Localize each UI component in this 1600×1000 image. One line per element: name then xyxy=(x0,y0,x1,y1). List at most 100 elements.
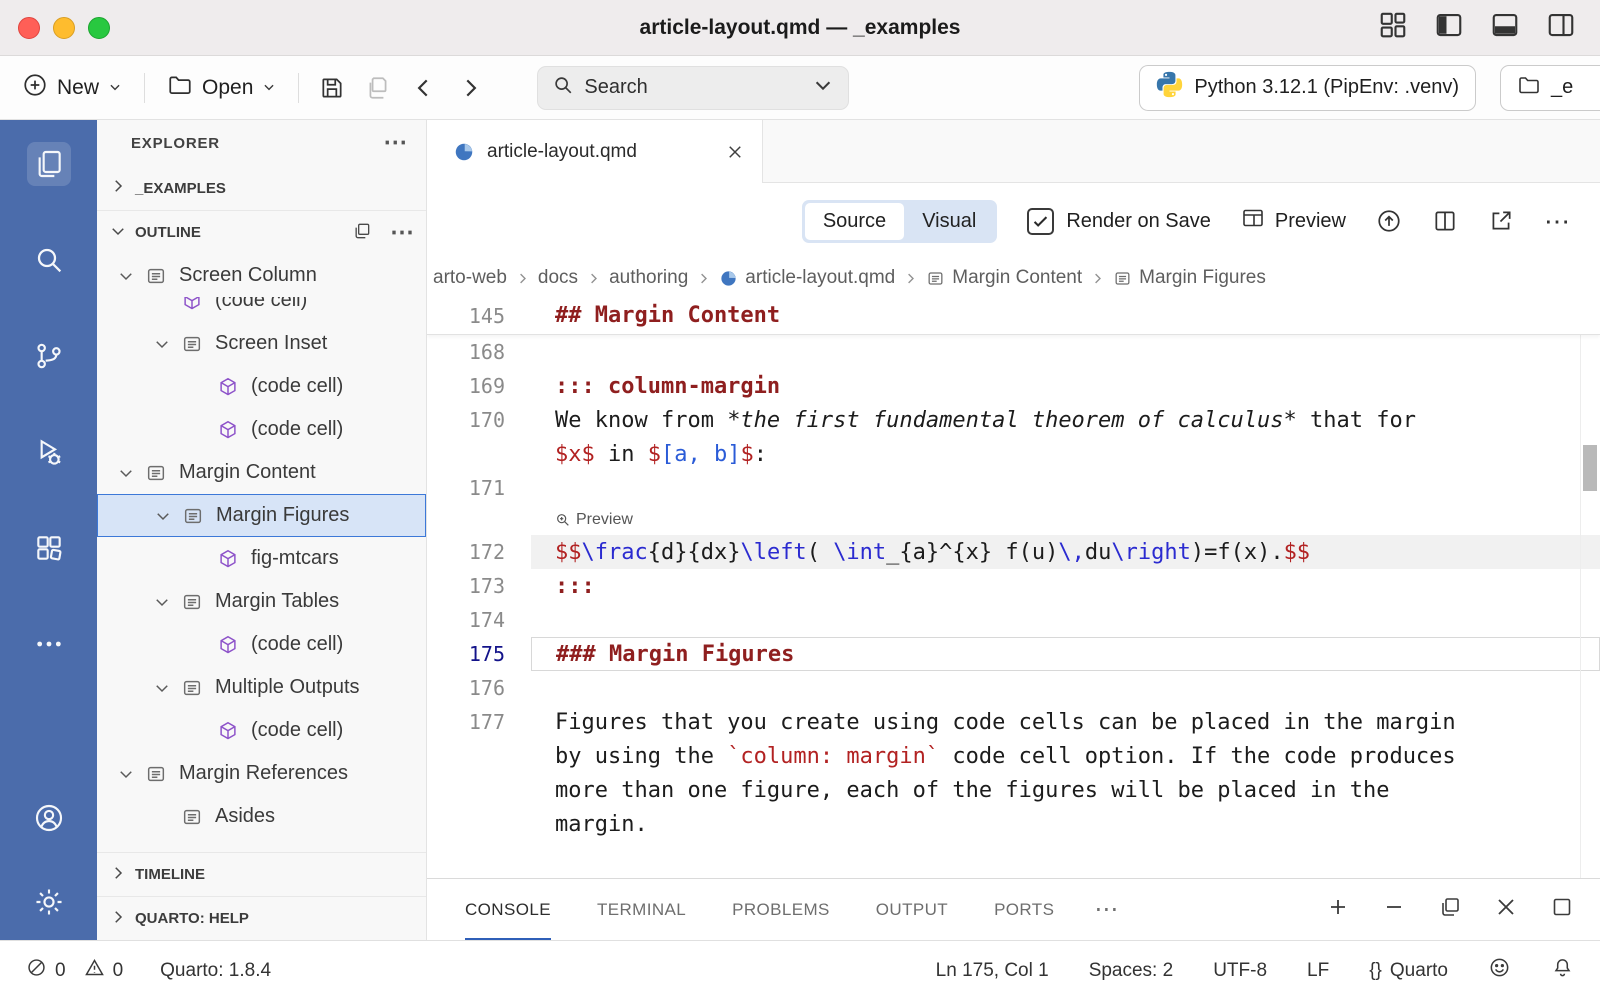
code-line[interactable]: margin. xyxy=(427,807,1600,841)
outline-item[interactable]: Screen Inset xyxy=(97,322,426,365)
run-debug-icon[interactable] xyxy=(27,430,71,474)
scrollbar-track[interactable] xyxy=(1580,297,1600,878)
toggle-bottom-panel-icon[interactable] xyxy=(1490,10,1520,45)
code-line[interactable]: 174 xyxy=(427,603,1600,637)
customize-layout-icon[interactable] xyxy=(1378,10,1408,45)
code-line[interactable]: 172 $$\frac{d}{dx}\left( \int_{a}^{x} f(… xyxy=(427,535,1600,569)
notifications-bell-icon[interactable] xyxy=(1551,956,1574,985)
language-mode-status[interactable]: {} Quarto xyxy=(1369,960,1448,982)
code-line[interactable]: 177 Figures that you create using code c… xyxy=(427,705,1600,739)
source-mode-button[interactable]: Source xyxy=(805,203,904,240)
quarto-version-status[interactable]: Quarto: 1.8.4 xyxy=(160,960,271,982)
indentation-status[interactable]: Spaces: 2 xyxy=(1089,960,1174,982)
settings-gear-icon[interactable] xyxy=(27,880,71,924)
breadcrumb-item[interactable]: authoring xyxy=(609,267,688,289)
problems-status[interactable]: 0 0 xyxy=(26,957,123,984)
outline-item[interactable]: Margin Figures xyxy=(97,494,426,537)
breadcrumb-item[interactable]: arto-web xyxy=(433,267,507,289)
chevron-down-icon xyxy=(148,507,178,525)
panel-tab-terminal[interactable]: TERMINAL xyxy=(597,879,686,940)
open-external-icon[interactable] xyxy=(1488,208,1514,234)
tab-article-layout[interactable]: article-layout.qmd xyxy=(427,120,763,183)
more-actions-icon[interactable] xyxy=(27,622,71,666)
maximize-panel-icon[interactable] xyxy=(1550,895,1574,924)
code-line[interactable]: more than one figure, each of the figure… xyxy=(427,773,1600,807)
toggle-left-panel-icon[interactable] xyxy=(1434,10,1464,45)
outline-item[interactable]: Margin Tables xyxy=(97,580,426,623)
activity-bar xyxy=(0,120,97,940)
chevron-down-icon xyxy=(147,679,177,697)
tab-label: article-layout.qmd xyxy=(487,141,637,163)
code-editor[interactable]: 145 ## Margin Content 168 169 ::: column… xyxy=(427,297,1600,878)
code-line[interactable]: by using the `column: margin` code cell … xyxy=(427,739,1600,773)
explorer-icon[interactable] xyxy=(27,142,71,186)
symbol-heading-icon xyxy=(141,462,171,484)
outline-item[interactable]: (code cell) xyxy=(97,408,426,451)
toggle-right-panel-icon[interactable] xyxy=(1546,10,1576,45)
account-icon[interactable] xyxy=(27,796,71,840)
panel-tab-output[interactable]: OUTPUT xyxy=(876,879,948,940)
search-icon[interactable] xyxy=(27,238,71,282)
breadcrumb-item[interactable]: Margin Figures xyxy=(1113,267,1266,289)
open-button[interactable]: Open xyxy=(159,66,284,110)
workspace-section-label: _EXAMPLES xyxy=(135,180,226,197)
restore-panel-icon[interactable] xyxy=(1438,895,1462,924)
search-input[interactable]: Search xyxy=(537,66,849,110)
publish-icon[interactable] xyxy=(1376,208,1402,234)
breadcrumb-item[interactable]: Margin Content xyxy=(926,267,1082,289)
code-line[interactable]: 171 xyxy=(427,471,1600,505)
outline-item[interactable]: (code cell) xyxy=(97,365,426,408)
panel-tab-ports[interactable]: PORTS xyxy=(994,879,1054,940)
preview-button[interactable]: Preview xyxy=(1241,206,1346,236)
outline-section-header[interactable]: OUTLINE ⋯ xyxy=(97,210,426,254)
math-preview-widget[interactable]: Preview xyxy=(427,505,1600,535)
code-cell-icon xyxy=(213,634,243,656)
outline-item[interactable]: Screen Column xyxy=(97,254,426,297)
split-editor-icon[interactable] xyxy=(1432,208,1458,234)
render-on-save-checkbox[interactable] xyxy=(1027,208,1054,235)
encoding-status[interactable]: UTF-8 xyxy=(1213,960,1267,982)
source-control-icon[interactable] xyxy=(27,334,71,378)
navigate-forward-button[interactable] xyxy=(451,69,489,107)
code-line[interactable]: 173 ::: xyxy=(427,569,1600,603)
outline-item[interactable]: fig-mtcars xyxy=(97,537,426,580)
quarto-help-section-header[interactable]: QUARTO: HELP xyxy=(97,896,426,940)
extensions-icon[interactable] xyxy=(27,526,71,570)
close-panel-icon[interactable] xyxy=(1494,895,1518,924)
breadcrumb-item[interactable]: docs xyxy=(538,267,578,289)
panel-tab-console[interactable]: CONSOLE xyxy=(465,879,551,940)
code-line[interactable]: $x$ in $[a, b]$: xyxy=(427,437,1600,471)
visual-mode-button[interactable]: Visual xyxy=(904,203,994,240)
timeline-section-header[interactable]: TIMELINE xyxy=(97,852,426,896)
outline-item[interactable]: Margin Content xyxy=(97,451,426,494)
workspace-folder-button[interactable]: _e xyxy=(1500,65,1600,111)
close-icon[interactable] xyxy=(726,143,744,161)
eol-status[interactable]: LF xyxy=(1307,960,1329,982)
outline-item[interactable]: Multiple Outputs xyxy=(97,666,426,709)
outline-item[interactable]: (code cell) xyxy=(97,623,426,666)
sticky-scroll-line[interactable]: 145 ## Margin Content xyxy=(427,297,1600,335)
code-line[interactable]: 169 ::: column-margin xyxy=(427,369,1600,403)
minimize-panel-icon[interactable] xyxy=(1382,895,1406,924)
panel-tab-problems[interactable]: PROBLEMS xyxy=(732,879,830,940)
outline-item[interactable]: (code cell) xyxy=(97,709,426,752)
code-line[interactable]: 170 We know from *the first fundamental … xyxy=(427,403,1600,437)
breadcrumb-item[interactable]: article-layout.qmd xyxy=(719,267,895,289)
chevron-right-icon xyxy=(109,177,127,199)
code-line[interactable]: 168 xyxy=(427,335,1600,369)
collapse-all-icon[interactable] xyxy=(352,221,372,245)
outline-item[interactable]: Margin References xyxy=(97,752,426,795)
scrollbar-thumb[interactable] xyxy=(1583,445,1597,491)
code-line[interactable]: 175 ### Margin Figures xyxy=(427,637,1600,671)
save-all-button[interactable] xyxy=(359,69,397,107)
cursor-position-status[interactable]: Ln 175, Col 1 xyxy=(936,960,1049,982)
feedback-smiley-icon[interactable] xyxy=(1488,956,1511,985)
navigate-back-button[interactable] xyxy=(405,69,443,107)
save-button[interactable] xyxy=(313,69,351,107)
outline-item[interactable]: Asides xyxy=(97,795,426,838)
interpreter-selector[interactable]: Python 3.12.1 (PipEnv: .venv) xyxy=(1139,65,1476,111)
new-button[interactable]: New xyxy=(14,66,130,110)
new-console-icon[interactable] xyxy=(1326,895,1350,924)
code-line[interactable]: 176 xyxy=(427,671,1600,705)
workspace-section-header[interactable]: _EXAMPLES xyxy=(97,166,426,210)
